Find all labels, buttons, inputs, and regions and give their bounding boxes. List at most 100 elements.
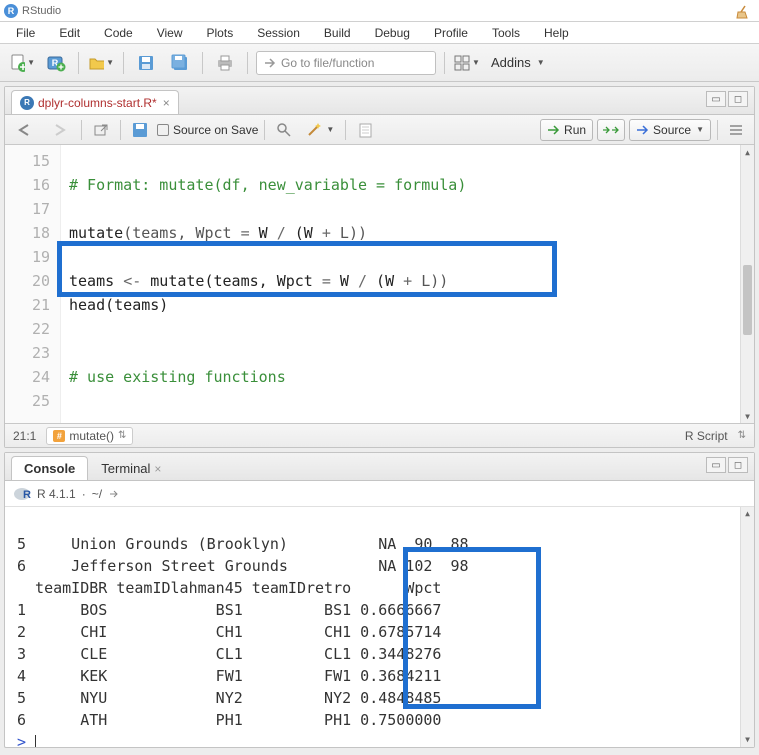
- rerun-icon: [602, 124, 620, 136]
- console-tab-strip: Console Terminal × ▭ ◻: [5, 453, 754, 481]
- source-on-save-toggle[interactable]: Source on Save: [157, 123, 258, 137]
- menu-profile[interactable]: Profile: [424, 24, 478, 42]
- separator: [345, 120, 346, 140]
- nav-back-button[interactable]: [11, 119, 41, 141]
- open-file-button[interactable]: ▼: [87, 50, 115, 76]
- minimize-pane-button[interactable]: ▭: [706, 91, 726, 107]
- file-tab-label: dplyr-columns-start.R*: [38, 96, 157, 110]
- broom-icon: [735, 4, 751, 20]
- menu-plots[interactable]: Plots: [197, 24, 244, 42]
- separator: [120, 120, 121, 140]
- section-navigator[interactable]: # mutate() ⇅: [46, 427, 133, 445]
- save-button[interactable]: [132, 50, 160, 76]
- save-icon: [132, 122, 148, 138]
- checkbox-icon: [157, 124, 169, 136]
- new-file-button[interactable]: ▼: [8, 50, 36, 76]
- new-project-button[interactable]: R: [42, 50, 70, 76]
- svg-text:R: R: [23, 489, 31, 501]
- grid-button[interactable]: ▼: [453, 50, 481, 76]
- scroll-up-icon[interactable]: ▲: [741, 507, 754, 521]
- separator: [264, 120, 265, 140]
- save-all-button[interactable]: [166, 50, 194, 76]
- source-arrow-icon: [636, 124, 650, 136]
- popout-button[interactable]: [88, 119, 114, 141]
- wand-button[interactable]: ▼: [301, 119, 339, 141]
- menu-edit[interactable]: Edit: [49, 24, 90, 42]
- menu-debug[interactable]: Debug: [365, 24, 420, 42]
- menu-help[interactable]: Help: [534, 24, 579, 42]
- print-icon: [216, 55, 234, 71]
- source-pane: R dplyr-columns-start.R* × ▭ ◻ Source on…: [4, 86, 755, 448]
- console-output[interactable]: 5 Union Grounds (Brooklyn) NA 90 88 6 Je…: [5, 507, 754, 747]
- cursor-position: 21:1: [13, 429, 36, 443]
- menu-view[interactable]: View: [147, 24, 193, 42]
- maximize-pane-button[interactable]: ◻: [728, 457, 748, 473]
- editor-statusbar: 21:1 # mutate() ⇅ R Script ⇅: [5, 423, 754, 447]
- scroll-down-icon[interactable]: ▼: [741, 733, 754, 747]
- arrow-left-icon: [16, 123, 36, 137]
- maximize-pane-button[interactable]: ◻: [728, 91, 748, 107]
- minimize-pane-button[interactable]: ▭: [706, 457, 726, 473]
- outline-icon: [729, 124, 743, 136]
- chevron-down-icon: ▼: [696, 125, 704, 134]
- popout-icon: [93, 123, 109, 137]
- menubar: File Edit Code View Plots Session Build …: [0, 22, 759, 44]
- addins-menu[interactable]: Addins ▼: [487, 55, 549, 70]
- scroll-thumb[interactable]: [743, 265, 752, 335]
- save-all-icon: [171, 54, 189, 72]
- arrow-right-icon: [50, 123, 70, 137]
- folder-open-icon: [88, 54, 104, 72]
- cursor: [35, 735, 36, 748]
- code-editor[interactable]: 15 16 17 18 19 20 21 22 23 24 25 # Forma…: [5, 145, 754, 423]
- updown-icon: ⇅: [738, 430, 746, 441]
- file-tab-active[interactable]: R dplyr-columns-start.R* ×: [11, 90, 179, 114]
- menu-session[interactable]: Session: [247, 24, 310, 42]
- function-icon: #: [53, 430, 65, 442]
- console-header: R R 4.1.1 · ~/: [5, 481, 754, 507]
- print-button[interactable]: [211, 50, 239, 76]
- goto-file-input[interactable]: Go to file/function: [256, 51, 436, 75]
- separator: [81, 120, 82, 140]
- separator: [78, 52, 79, 74]
- scroll-up-icon[interactable]: ▲: [741, 145, 754, 159]
- menu-file[interactable]: File: [6, 24, 45, 42]
- find-button[interactable]: [271, 119, 297, 141]
- new-file-icon: [9, 53, 25, 73]
- menu-code[interactable]: Code: [94, 24, 143, 42]
- chevron-down-icon: ▼: [472, 58, 480, 67]
- run-arrow-icon: [547, 124, 561, 136]
- save-source-button[interactable]: [127, 119, 153, 141]
- separator: [717, 120, 718, 140]
- close-icon[interactable]: ×: [163, 96, 170, 110]
- save-icon: [138, 55, 154, 71]
- nav-forward-button[interactable]: [45, 119, 75, 141]
- console-scrollbar[interactable]: ▲ ▼: [740, 507, 754, 747]
- tab-console[interactable]: Console: [11, 456, 88, 480]
- code-content[interactable]: # Format: mutate(df, new_variable = form…: [61, 145, 754, 423]
- project-icon: R: [46, 53, 66, 73]
- run-button[interactable]: Run: [540, 119, 593, 141]
- search-icon: [276, 122, 292, 138]
- main-toolbar: ▼ R ▼ Go to file/function ▼ Addins ▼: [0, 44, 759, 82]
- tab-terminal[interactable]: Terminal ×: [88, 456, 174, 480]
- close-icon[interactable]: ×: [154, 462, 161, 476]
- r-file-icon: R: [20, 96, 34, 110]
- r-version: R 4.1.1: [37, 487, 76, 501]
- outline-button[interactable]: [724, 119, 748, 141]
- notebook-button[interactable]: [352, 119, 378, 141]
- clear-console-button[interactable]: [735, 4, 751, 20]
- separator: [444, 52, 445, 74]
- wd-arrow-icon[interactable]: [108, 489, 120, 499]
- file-mode[interactable]: R Script: [685, 429, 728, 443]
- menu-tools[interactable]: Tools: [482, 24, 530, 42]
- rerun-button[interactable]: [597, 119, 625, 141]
- scroll-down-icon[interactable]: ▼: [741, 409, 754, 423]
- notebook-icon: [357, 122, 373, 138]
- editor-scrollbar[interactable]: ▲ ▼: [740, 145, 754, 423]
- separator: [123, 52, 124, 74]
- goto-file-placeholder: Go to file/function: [281, 56, 374, 70]
- window-title: RStudio: [22, 5, 61, 17]
- source-button[interactable]: Source ▼: [629, 119, 711, 141]
- menu-build[interactable]: Build: [314, 24, 361, 42]
- dot-sep: ·: [82, 487, 86, 501]
